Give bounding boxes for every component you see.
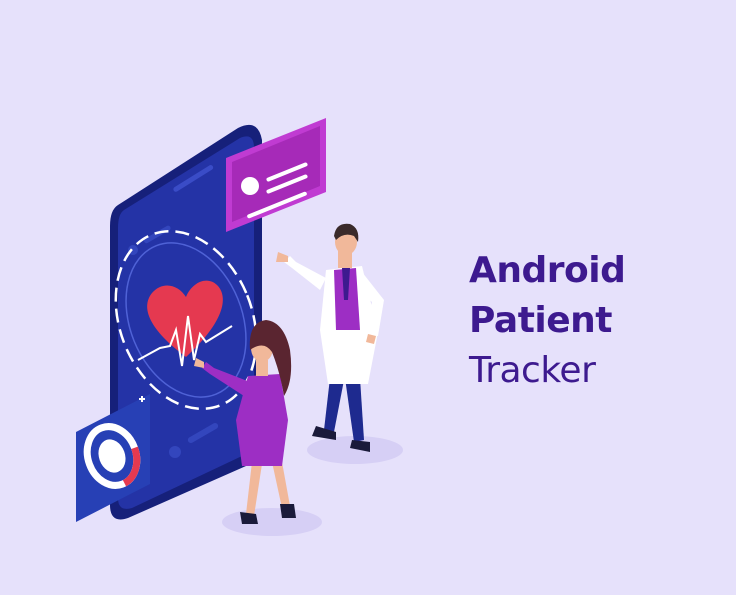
title-line-patient: Patient: [469, 300, 613, 341]
doctor-figure: [276, 223, 384, 452]
title-line-tracker: Tracker: [469, 350, 596, 391]
page-title: Android Patient Tracker: [469, 246, 729, 396]
title-line-android: Android: [469, 250, 626, 291]
hero-banner: Android Patient Tracker: [0, 0, 736, 595]
